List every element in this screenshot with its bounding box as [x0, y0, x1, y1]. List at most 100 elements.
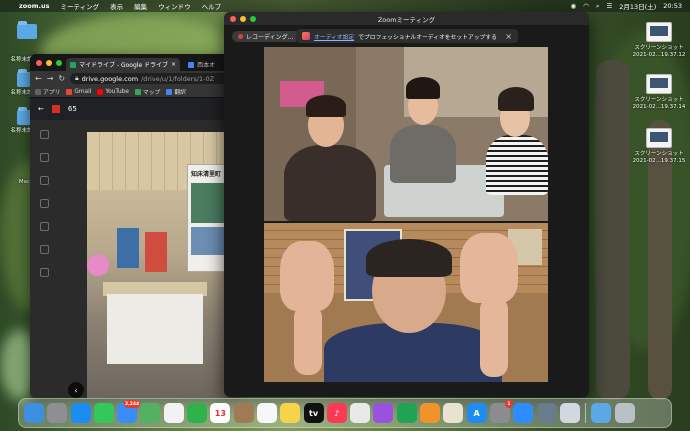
bookmark-youtube[interactable]: YouTube — [97, 88, 129, 95]
notes-icon[interactable] — [280, 403, 301, 423]
maps-icon[interactable] — [140, 403, 161, 423]
zoom-title-bar: Zoomミーティング — [224, 12, 589, 25]
bookmark-maps[interactable]: マップ — [134, 87, 160, 96]
trash-icon[interactable] — [614, 403, 635, 423]
preview-back-arrow-icon[interactable]: ← — [38, 105, 44, 113]
record-dot-icon — [238, 34, 243, 39]
downloads-folder-icon[interactable] — [591, 403, 612, 423]
booth-banner — [117, 228, 139, 268]
menu-view[interactable]: 表示 — [110, 1, 123, 11]
gmail-icon — [66, 88, 73, 95]
reminders-icon[interactable] — [256, 403, 277, 423]
minimize-window-button[interactable] — [240, 15, 246, 22]
systemprefs-icon[interactable]: 1 — [489, 400, 513, 423]
search-icon[interactable]: ⌕ — [596, 2, 600, 11]
right-forearm — [480, 297, 508, 377]
url-host: drive.google.com — [81, 74, 139, 83]
shared-drive-icon[interactable] — [40, 176, 49, 185]
previous-image-chevron-icon[interactable]: ‹ — [68, 382, 84, 398]
menu-date[interactable]: 2月13日(土) — [619, 1, 656, 11]
wifi-icon[interactable]: ◠ — [583, 2, 589, 10]
trash-icon[interactable] — [40, 245, 49, 254]
video-tile-speaker[interactable] — [264, 223, 548, 382]
podcasts-icon[interactable] — [373, 403, 394, 423]
participant-hair — [498, 87, 534, 111]
screenshot-label: スクリーンショット — [634, 45, 684, 51]
messages-icon[interactable] — [93, 403, 114, 423]
my-drive-icon[interactable] — [40, 153, 49, 162]
chrome-toolbar: ← → ↻ 🔒︎ drive.google.com/drive/u/1/fold… — [30, 71, 235, 86]
raised-hand-right — [460, 233, 518, 303]
bookmark-gmail[interactable]: Gmail — [66, 88, 92, 95]
zoom-icon[interactable] — [513, 403, 534, 423]
reload-icon[interactable]: ↻ — [58, 74, 65, 83]
menu-meeting[interactable]: ミーティング — [60, 1, 99, 11]
safari-icon[interactable] — [70, 403, 91, 423]
menu-app-name[interactable]: zoom.us — [19, 2, 49, 10]
starred-icon[interactable] — [40, 222, 49, 231]
mail-icon[interactable]: 2,244 — [117, 400, 141, 423]
zoom-window-button[interactable] — [250, 15, 256, 22]
video-tile-group[interactable] — [264, 47, 548, 221]
desktop-screenshot-2[interactable]: スクリーンショット 2021-02...19.37.14 — [633, 74, 685, 110]
zoom-meeting-window: Zoomミーティング レコーディング... オーディオ設定 でプロフェッショナル… — [224, 12, 589, 397]
zoom-window-button[interactable] — [56, 59, 62, 66]
music-icon[interactable]: ♪ — [326, 403, 347, 423]
tab-close-icon[interactable]: × — [171, 61, 176, 68]
facetime-icon[interactable] — [187, 403, 208, 423]
close-window-button[interactable] — [36, 59, 42, 66]
storage-cloud-icon[interactable] — [40, 268, 49, 277]
drive-content: 知床清里町 ‹ — [30, 120, 235, 398]
screenshot-date: 2021-02...19.37.15 — [632, 158, 686, 164]
zoom-status-icon[interactable]: ◉ — [570, 2, 576, 10]
tab-second[interactable]: 西本オ — [184, 58, 219, 71]
forward-arrow-icon[interactable]: → — [47, 74, 54, 83]
raised-hand-left — [280, 241, 334, 311]
lock-icon: 🔒︎ — [75, 74, 79, 82]
previewer-icon[interactable] — [536, 403, 557, 423]
dock: 2,244 13 tv ♪ A 1 — [18, 398, 672, 428]
screenshot-thumbnail-icon — [646, 128, 672, 148]
photos-icon[interactable] — [163, 403, 184, 423]
bookmark-label: Gmail — [74, 88, 92, 95]
chrome-icon[interactable] — [350, 403, 371, 423]
desktop-screenshot-3[interactable]: スクリーンショット 2021-02...19.37.15 — [632, 128, 686, 164]
menu-time[interactable]: 20:53 — [663, 2, 682, 10]
booth-banner — [145, 232, 167, 272]
left-forearm — [294, 305, 322, 375]
contacts-icon[interactable] — [233, 403, 254, 423]
image-preview[interactable]: 知床清里町 — [87, 132, 235, 398]
pages-icon[interactable] — [420, 403, 441, 423]
notification-badge: 1 — [504, 400, 513, 408]
appstore-icon[interactable]: A — [466, 403, 487, 423]
appletv-icon[interactable]: tv — [303, 403, 324, 423]
back-arrow-icon[interactable]: ← — [35, 74, 42, 83]
new-plus-icon[interactable] — [40, 130, 49, 139]
bookmark-translate[interactable]: 翻訳 — [166, 87, 186, 96]
desktop-screenshot-1[interactable]: スクリーンショット 2021-02...19.37.12 — [633, 22, 685, 58]
finder-icon[interactable] — [24, 403, 44, 423]
menu-window[interactable]: ウィンドウ — [158, 1, 191, 11]
bookmark-label: YouTube — [105, 88, 129, 95]
menu-help[interactable]: ヘルプ — [202, 1, 222, 11]
menu-edit[interactable]: 編集 — [134, 1, 147, 11]
launchpad-icon[interactable] — [47, 403, 68, 423]
bookmark-apps[interactable]: アプリ — [35, 87, 60, 96]
quicktime-icon[interactable] — [559, 403, 580, 423]
numbers-icon[interactable] — [396, 403, 417, 423]
tab-google-drive[interactable]: マイドライブ - Google ドライブ × — [66, 58, 181, 71]
control-center-icon[interactable]: ☰ — [606, 2, 612, 10]
tab-title: 西本オ — [197, 62, 216, 69]
participant-body — [486, 135, 548, 195]
recording-indicator[interactable]: レコーディング... — [232, 31, 300, 42]
textedit-icon[interactable] — [443, 403, 464, 423]
close-window-button[interactable] — [230, 15, 236, 22]
address-bar[interactable]: 🔒︎ drive.google.com/drive/u/1/folders/1-… — [70, 73, 230, 84]
booth-sign: 知床清里町 — [187, 164, 229, 272]
calendar-icon[interactable]: 13 — [210, 403, 231, 423]
recent-clock-icon[interactable] — [40, 199, 49, 208]
close-icon[interactable]: × — [505, 32, 512, 41]
minimize-window-button[interactable] — [46, 59, 52, 66]
audio-settings-link[interactable]: オーディオ設定 — [314, 32, 354, 41]
menu-bar: zoom.us ミーティング 表示 編集 ウィンドウ ヘルプ ◉ ◠ ⌕ ☰ 2… — [0, 0, 690, 12]
